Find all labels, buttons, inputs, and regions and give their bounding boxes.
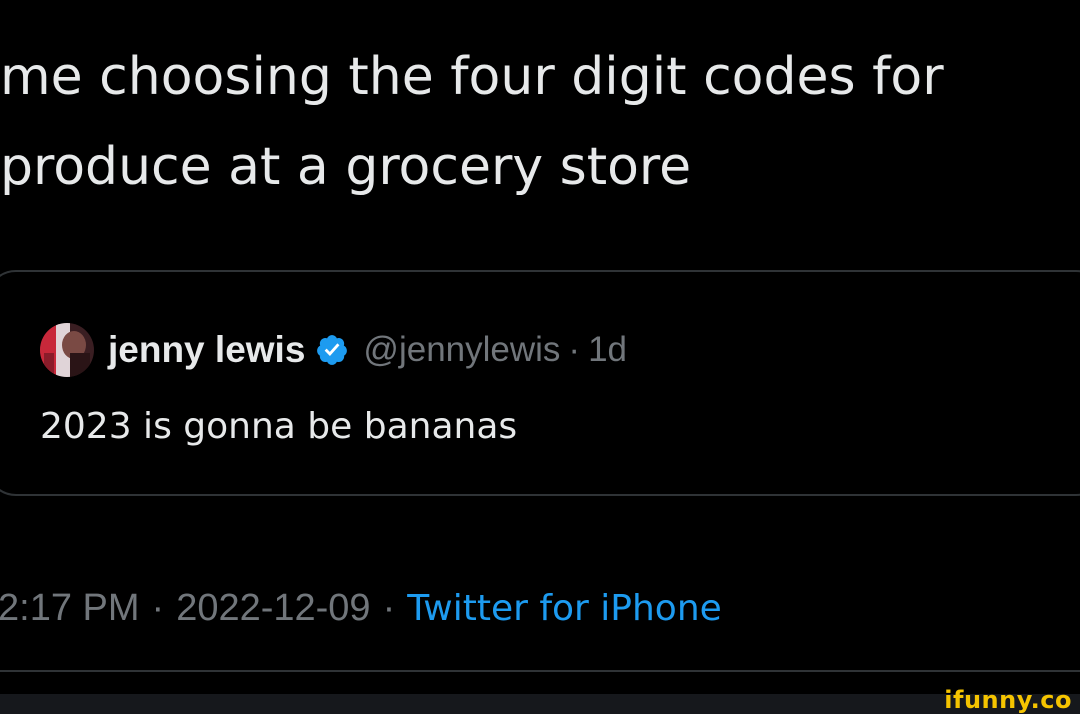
separator-dot: · <box>382 586 396 629</box>
quoted-tweet-text: 2023 is gonna be bananas <box>40 406 518 447</box>
tweet-meta: 2:17 PM · 2022-12-09 · Twitter for iPhon… <box>0 580 722 636</box>
tweet-text-line-1: me choosing the four digit codes for <box>0 47 944 107</box>
tweet-time[interactable]: 2:17 PM <box>0 587 140 630</box>
quoted-tweet-header: jenny lewis @jennylewis · 1d <box>40 320 627 380</box>
tweet-age[interactable]: 1d <box>588 330 627 370</box>
tweet-source-link[interactable]: Twitter for iPhone <box>407 588 722 629</box>
tweet-text: me choosing the four digit codes for pro… <box>0 32 1080 212</box>
avatar[interactable] <box>40 323 94 377</box>
separator-dot: · <box>568 330 581 369</box>
tweet-date[interactable]: 2022-12-09 <box>176 587 370 630</box>
footer-bar: ifunny.co <box>0 686 1080 714</box>
watermark-logo: ifunny.co <box>944 686 1072 714</box>
display-name[interactable]: jenny lewis <box>108 329 305 371</box>
handle[interactable]: @jennylewis <box>363 330 560 370</box>
verified-badge-icon <box>315 333 349 367</box>
tweet-text-line-2: produce at a grocery store <box>0 137 692 197</box>
divider <box>0 670 1080 672</box>
quoted-tweet-card[interactable]: jenny lewis @jennylewis · 1d 2023 is gon… <box>0 270 1080 496</box>
separator-dot: · <box>151 586 165 629</box>
